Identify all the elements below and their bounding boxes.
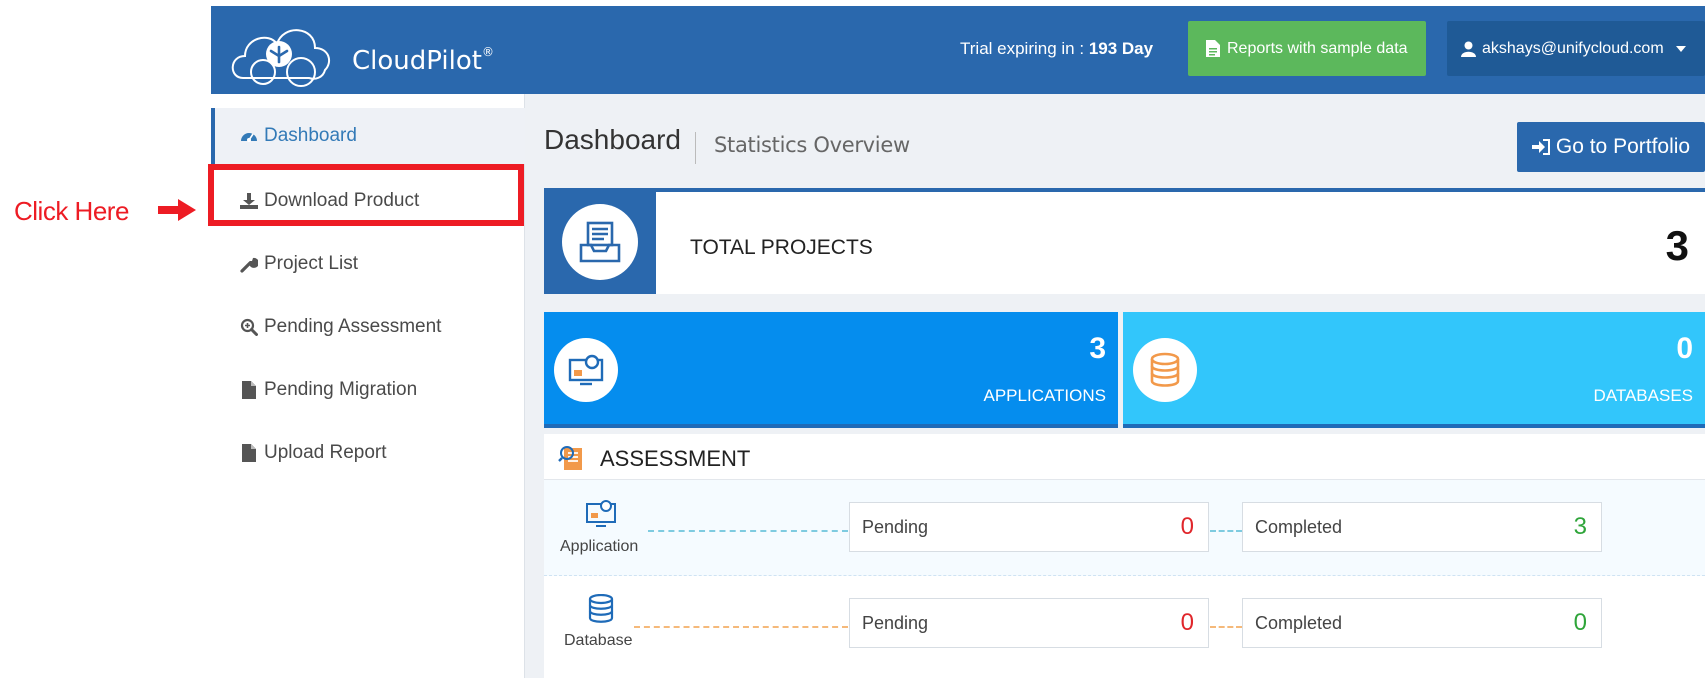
file-icon — [242, 444, 256, 462]
caret-down-icon — [1675, 45, 1686, 52]
database-icon — [1150, 352, 1180, 387]
database-icon — [588, 594, 614, 623]
trial-days: 193 Day — [1088, 39, 1154, 58]
application-icon — [586, 500, 616, 527]
assessment-row-application: Application Pending 0 Completed 3 — [544, 480, 1705, 576]
pending-count: 0 — [1180, 609, 1194, 636]
completed-label: Completed — [1255, 516, 1343, 537]
app-window: CloudPilot® Trial expiring in : 193 Day … — [208, 6, 1705, 678]
projects-icon-circle — [562, 204, 638, 280]
user-icon — [1461, 41, 1476, 57]
assessment-title: ASSESSMENT — [600, 446, 751, 471]
user-menu-button[interactable]: akshays@unifycloud.com — [1447, 21, 1705, 76]
file-icon — [242, 381, 256, 399]
search-plus-icon — [240, 318, 258, 336]
databases-count: 0 — [1676, 332, 1693, 365]
logo-text: CloudPilot — [352, 46, 482, 76]
sidebar-item-download-product[interactable]: Download Product — [211, 173, 525, 229]
row-label-application: Application — [560, 538, 639, 555]
row-label-database: Database — [564, 632, 633, 649]
top-navbar: CloudPilot® Trial expiring in : 193 Day … — [211, 6, 1705, 94]
assessment-icon — [558, 446, 582, 470]
page-title: Dashboard — [544, 124, 681, 155]
cloudpilot-logo[interactable]: CloudPilot® — [229, 18, 494, 88]
connector-line — [634, 626, 848, 628]
arrow-right-icon — [158, 199, 196, 221]
assessment-header: ASSESSMENT — [544, 434, 1705, 480]
click-here-annotation: Click Here — [14, 196, 129, 226]
completed-label: Completed — [1255, 612, 1343, 633]
trial-expiry: Trial expiring in : 193 Day — [960, 39, 1153, 59]
projects-inbox-icon — [579, 221, 621, 263]
database-completed-box[interactable]: Completed 0 — [1242, 598, 1602, 648]
go-to-portfolio-button[interactable]: Go to Portfolio — [1517, 122, 1705, 172]
title-divider — [695, 132, 696, 164]
sidebar-item-pending-migration[interactable]: Pending Migration — [211, 362, 525, 418]
reports-button-label: Reports with sample data — [1227, 39, 1408, 57]
total-projects-value: 3 — [1665, 222, 1689, 269]
document-icon — [1206, 40, 1220, 57]
pending-count: 0 — [1180, 513, 1194, 540]
dashboard-icon — [241, 133, 257, 142]
sidebar-item-label: Download Product — [264, 190, 420, 211]
sidebar-item-label: Dashboard — [264, 125, 357, 146]
databases-icon-circle — [1133, 338, 1197, 402]
applications-icon-circle — [554, 338, 618, 402]
completed-count: 3 — [1573, 513, 1587, 540]
connector-line — [1210, 530, 1242, 532]
connector-line — [1210, 626, 1242, 628]
registered-mark: ® — [481, 45, 494, 59]
completed-count: 0 — [1573, 609, 1587, 636]
database-pending-box[interactable]: Pending 0 — [849, 598, 1209, 648]
pending-label: Pending — [862, 516, 929, 537]
sidebar-item-label: Upload Report — [264, 442, 387, 463]
reports-sample-data-button[interactable]: Reports with sample data — [1188, 21, 1426, 76]
databases-card[interactable]: 0 DATABASES — [1123, 312, 1705, 428]
application-monitor-icon — [568, 354, 604, 386]
pending-label: Pending — [862, 612, 929, 633]
applications-count: 3 — [1089, 332, 1106, 365]
assessment-row-database: Database Pending 0 Completed 0 — [544, 576, 1705, 672]
total-projects-card: TOTAL PROJECTS 3 — [544, 188, 1705, 294]
main-content: Dashboard Statistics Overview Go to Port… — [525, 94, 1705, 678]
sign-in-icon — [1531, 139, 1550, 155]
total-projects-label: TOTAL PROJECTS — [690, 236, 873, 259]
wrench-icon — [240, 257, 258, 273]
sidebar-item-label: Pending Assessment — [264, 316, 442, 337]
trial-label: Trial expiring in : — [960, 39, 1089, 58]
sidebar-item-upload-report[interactable]: Upload Report — [211, 425, 525, 481]
applications-label: APPLICATIONS — [983, 386, 1107, 405]
download-icon — [240, 193, 258, 209]
connector-line — [648, 530, 848, 532]
sidebar-item-label: Pending Migration — [264, 379, 418, 400]
sidebar: Dashboard Download Product Project List — [208, 94, 525, 678]
applications-card[interactable]: 3 APPLICATIONS — [544, 312, 1118, 428]
sidebar-item-dashboard[interactable]: Dashboard — [211, 108, 525, 164]
cloud-logo-icon — [231, 29, 331, 87]
sidebar-item-pending-assessment[interactable]: Pending Assessment — [211, 299, 525, 355]
user-email: akshays@unifycloud.com — [1482, 39, 1664, 57]
sidebar-item-label: Project List — [264, 253, 358, 274]
application-completed-box[interactable]: Completed 3 — [1242, 502, 1602, 552]
databases-label: DATABASES — [1593, 386, 1693, 405]
sidebar-item-project-list[interactable]: Project List — [211, 236, 525, 292]
portfolio-button-label: Go to Portfolio — [1555, 135, 1691, 158]
assessment-panel: ASSESSMENT Application Pending 0 Complet… — [544, 434, 1705, 678]
total-projects-iconbox — [544, 192, 656, 294]
application-pending-box[interactable]: Pending 0 — [849, 502, 1209, 552]
page-subtitle: Statistics Overview — [714, 133, 910, 157]
